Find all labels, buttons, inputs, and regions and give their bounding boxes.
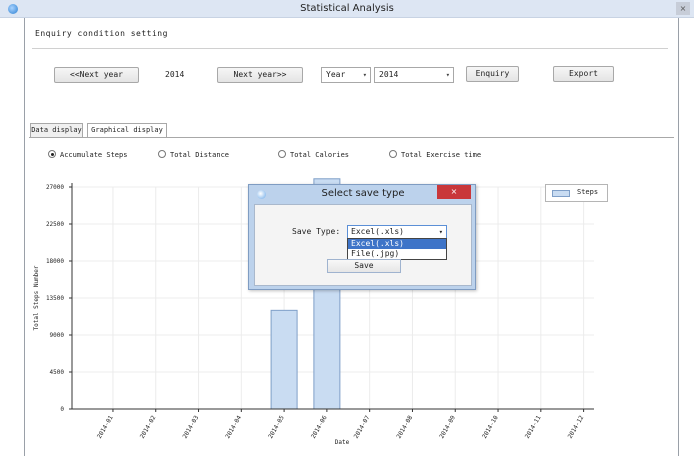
bar-2014-05 — [270, 309, 298, 410]
y-tick-label: 18000 — [46, 258, 64, 265]
x-tick-label: 2014-08 — [395, 414, 414, 440]
x-tick-label: 2014-11 — [524, 414, 543, 440]
dialog-close-button[interactable]: × — [437, 185, 471, 199]
statistical-analysis-window: Statistical Analysis × Enquiry condition… — [0, 0, 694, 456]
x-tick-label: 2014-12 — [567, 414, 586, 440]
chart-legend: Steps — [545, 184, 608, 202]
y-tick-label: 13500 — [46, 295, 64, 302]
x-tick-label: 2014-02 — [139, 414, 158, 440]
y-tick-label: 22500 — [46, 221, 64, 228]
x-tick-label: 2014-05 — [267, 414, 286, 440]
y-axis-title: Total Steps Number — [33, 265, 40, 330]
dialog-body: Save Type: Excel(.xls) ▾ Excel(.xls) Fil… — [254, 204, 472, 286]
dropdown-option-excel[interactable]: Excel(.xls) — [348, 239, 446, 249]
legend-swatch — [552, 190, 570, 197]
y-tick-label: 4500 — [50, 369, 65, 376]
select-save-type-dialog: Select save type × Save Type: Excel(.xls… — [248, 184, 476, 290]
x-tick-label: 2014-04 — [224, 414, 243, 440]
save-type-select[interactable]: Excel(.xls) ▾ — [347, 225, 447, 239]
x-tick-label: 2014-10 — [481, 414, 500, 440]
y-tick-label: 27000 — [46, 184, 64, 191]
x-axis-title: Date — [335, 439, 350, 446]
x-tick-label: 2014-06 — [310, 414, 329, 440]
x-tick-label: 2014-03 — [182, 414, 201, 440]
y-tick-label: 0 — [60, 406, 64, 413]
y-tick-label: 9000 — [50, 332, 65, 339]
x-tick-label: 2014-09 — [438, 414, 457, 440]
x-tick-label: 2014-07 — [353, 414, 372, 440]
legend-label: Steps — [577, 188, 599, 196]
x-tick-label: 2014-01 — [96, 414, 115, 440]
chevron-down-icon: ▾ — [438, 228, 443, 236]
save-type-dropdown: Excel(.xls) File(.jpg) — [347, 238, 447, 260]
save-type-label: Save Type: — [292, 227, 341, 236]
save-type-value: Excel(.xls) — [351, 227, 404, 236]
dropdown-option-jpg[interactable]: File(.jpg) — [348, 249, 446, 259]
save-button[interactable]: Save — [327, 259, 401, 273]
